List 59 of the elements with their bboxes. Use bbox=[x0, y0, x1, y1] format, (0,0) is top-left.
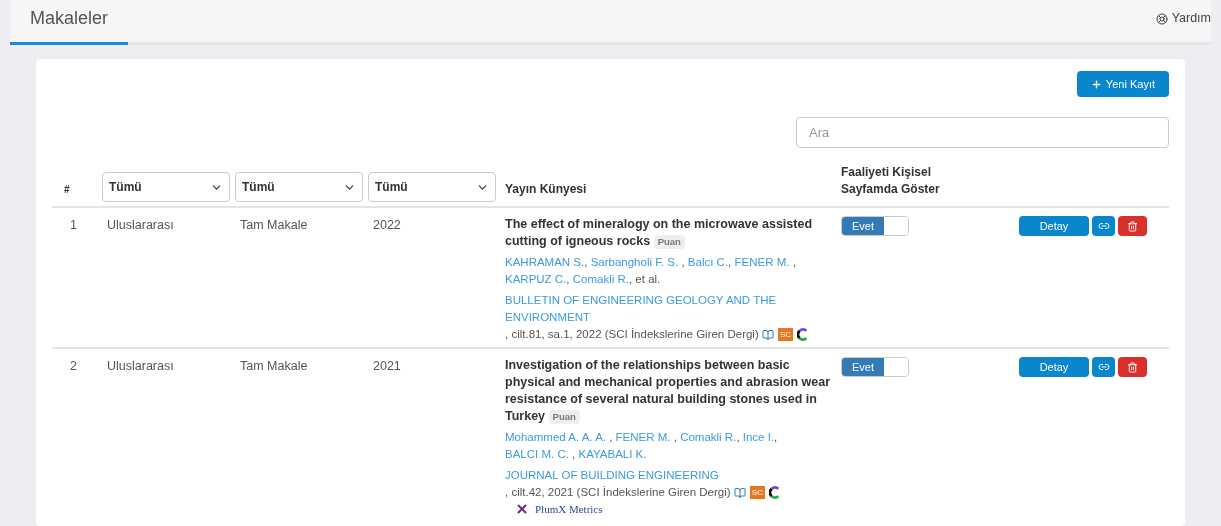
article-title: Investigation of the relationships between basic physical and mechanical properties and abrasion wear resistance of several natural building stones used in Turkey Puan bbox=[505, 357, 832, 425]
row-index: 2 bbox=[70, 359, 77, 373]
article-title: The effect of mineralogy on the microwave assisted cutting of igneous rocks Puan bbox=[505, 216, 814, 250]
sc-badge[interactable]: SC bbox=[777, 328, 794, 342]
help-link[interactable]: Yardım bbox=[1155, 9, 1211, 42]
detail-button[interactable]: Detay bbox=[1019, 357, 1089, 377]
delete-button[interactable] bbox=[1118, 357, 1147, 377]
author-link[interactable]: Sarbangholi F. S. bbox=[590, 256, 679, 268]
citation-header: Yayın Künyesi bbox=[505, 182, 587, 196]
author-list: KAHRAMAN S., Sarbangholi F. S. , Balcı C., FENER M. , KARPUZ C., Comakli R., et al. bbox=[505, 254, 833, 288]
author-link[interactable]: Comakli R. bbox=[572, 273, 629, 285]
visibility-header: Faaliyeti Kişisel Sayfamda Göster bbox=[841, 165, 940, 196]
plus-icon bbox=[1090, 78, 1102, 90]
author-link[interactable]: FENER M. bbox=[734, 256, 790, 268]
search-field[interactable]: Ara bbox=[796, 117, 1169, 148]
visibility-toggle[interactable]: Evet bbox=[841, 216, 909, 236]
year-cell: 2021 bbox=[373, 359, 401, 373]
page-tab[interactable]: Makaleler bbox=[10, 5, 129, 45]
plumx-icon bbox=[517, 504, 527, 514]
delete-button[interactable] bbox=[1118, 216, 1147, 236]
scope-cell: Uluslararası bbox=[107, 218, 174, 232]
type-cell: Tam Makale bbox=[240, 218, 308, 232]
scope-cell: Uluslararası bbox=[107, 359, 174, 373]
link-icon bbox=[1097, 361, 1110, 373]
author-link[interactable]: Balcı C. bbox=[687, 256, 729, 268]
author-link[interactable]: KAHRAMAN S. bbox=[505, 256, 585, 268]
detail-button[interactable]: Detay bbox=[1019, 216, 1089, 236]
author-link[interactable]: BALCI M. C. bbox=[505, 448, 569, 460]
link-button[interactable] bbox=[1092, 357, 1115, 377]
trash-icon bbox=[1127, 361, 1138, 373]
filter-dropdown[interactable]: Tümü bbox=[368, 172, 496, 202]
journal-link[interactable]: BULLETIN OF ENGINEERING GEOLOGY AND THE ENVIRONMENT bbox=[505, 292, 833, 326]
trash-icon bbox=[1127, 220, 1138, 232]
author-link[interactable]: KAYABALI K. bbox=[578, 448, 647, 460]
author-list: Mohammed A. A. A. , FENER M. , Comakli R., Ince I., BALCI M. C. , KAYABALI K. bbox=[505, 429, 833, 463]
year-cell: 2022 bbox=[373, 218, 401, 232]
author-link[interactable]: Ince I. bbox=[742, 431, 775, 443]
author-link[interactable]: Mohammed A. A. A. bbox=[505, 431, 606, 443]
score-badge: Puan bbox=[548, 410, 580, 424]
filter-dropdown[interactable]: Tümü bbox=[235, 172, 363, 202]
new-record-button[interactable]: Yeni Kayıt bbox=[1076, 71, 1169, 97]
index-header: # bbox=[64, 184, 70, 195]
row-index: 1 bbox=[70, 218, 77, 232]
journal-info: BULLETIN OF ENGINEERING GEOLOGY AND THE ENVIRONMENT , cilt.81, sa.1, 2022 (SCI İndekslerine Giren Dergi) SC bbox=[505, 292, 833, 343]
type-cell: Tam Makale bbox=[240, 359, 308, 373]
link-icon bbox=[1097, 220, 1110, 232]
metrics-link[interactable]: PlumX Metrics bbox=[535, 503, 603, 515]
visibility-toggle[interactable]: Evet bbox=[841, 357, 909, 377]
link-button[interactable] bbox=[1092, 216, 1115, 236]
score-badge: Puan bbox=[653, 235, 685, 249]
journal-link[interactable]: JOURNAL OF BUILDING ENGINEERING bbox=[505, 467, 833, 484]
help-icon bbox=[1155, 12, 1168, 25]
journal-info: JOURNAL OF BUILDING ENGINEERING , cilt.42, 2021 (SCI İndekslerine Giren Dergi) SC bbox=[505, 467, 833, 501]
ring-icon[interactable] bbox=[768, 486, 782, 500]
book-icon[interactable] bbox=[761, 328, 774, 341]
sc-badge[interactable]: SC bbox=[749, 486, 765, 500]
filter-dropdown[interactable]: Tümü bbox=[102, 172, 230, 202]
book-icon[interactable] bbox=[733, 486, 746, 499]
author-link[interactable]: FENER M. bbox=[615, 431, 671, 443]
